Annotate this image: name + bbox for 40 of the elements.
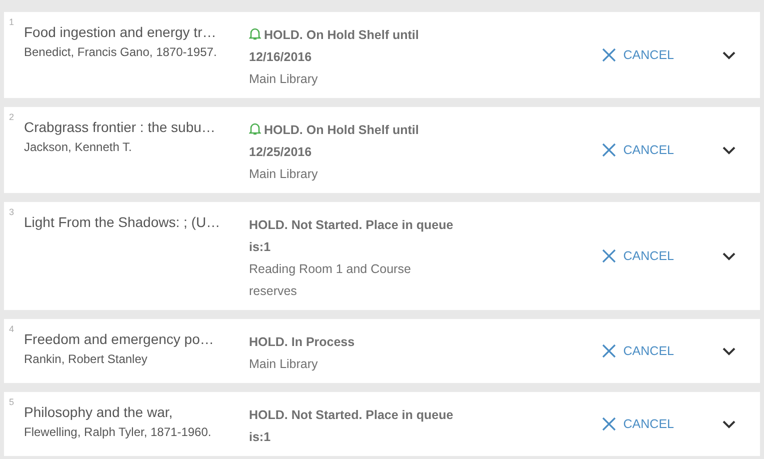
request-status: HOLD. In Process (249, 334, 356, 351)
cancel-button[interactable]: CANCEL (602, 344, 674, 358)
item-title[interactable]: Freedom and emergency po… (24, 331, 249, 347)
cancel-button[interactable]: CANCEL (602, 48, 674, 62)
item-title[interactable]: Light From the Shadows: ; (U… (24, 214, 249, 230)
close-icon (602, 143, 616, 157)
pickup-location: Reading Room 1 and Course reserves (249, 261, 412, 300)
chevron-down-icon[interactable] (722, 252, 736, 260)
chevron-down-icon[interactable] (722, 420, 736, 428)
cancel-button[interactable]: CANCEL (602, 249, 674, 263)
pickup-location: Main Library (249, 71, 319, 88)
cancel-button[interactable]: CANCEL (602, 417, 674, 431)
item-title[interactable]: Philosophy and the war, (24, 404, 249, 420)
request-status: HOLD. Not Started. Place in queue is:1 (249, 217, 454, 256)
bell-icon (249, 27, 261, 41)
close-icon (602, 417, 616, 431)
item-number: 4 (8, 324, 16, 334)
pickup-location: Main Library (249, 166, 319, 183)
request-status: HOLD. On Hold Shelf until 12/25/2016 (249, 121, 420, 161)
pickup-location: Main Library (249, 356, 319, 373)
item-title[interactable]: Food ingestion and energy tr… (24, 24, 249, 40)
item-author: Jackson, Kenneth T. (24, 140, 133, 154)
item-author: Flewelling, Ralph Tyler, 1871-1960. (24, 425, 212, 439)
close-icon (602, 249, 616, 263)
item-number: 3 (8, 207, 16, 217)
item-author: Rankin, Robert Stanley (24, 352, 148, 366)
item-number: 1 (8, 17, 16, 27)
item-author: Benedict, Francis Gano, 1870-1957. (24, 45, 218, 59)
chevron-down-icon[interactable] (722, 50, 736, 60)
close-icon (602, 344, 616, 358)
cancel-button[interactable]: CANCEL (602, 143, 674, 157)
request-status: HOLD. On Hold Shelf until 12/16/2016 (249, 26, 420, 66)
item-number: 5 (8, 397, 16, 407)
request-status: HOLD. Not Started. Place in queue is:1 (249, 407, 454, 446)
item-title[interactable]: Crabgrass frontier : the subu… (24, 119, 249, 135)
chevron-down-icon[interactable] (722, 146, 736, 154)
chevron-down-icon[interactable] (722, 346, 736, 356)
item-number: 2 (8, 112, 16, 122)
bell-icon (249, 122, 261, 136)
close-icon (602, 48, 616, 62)
